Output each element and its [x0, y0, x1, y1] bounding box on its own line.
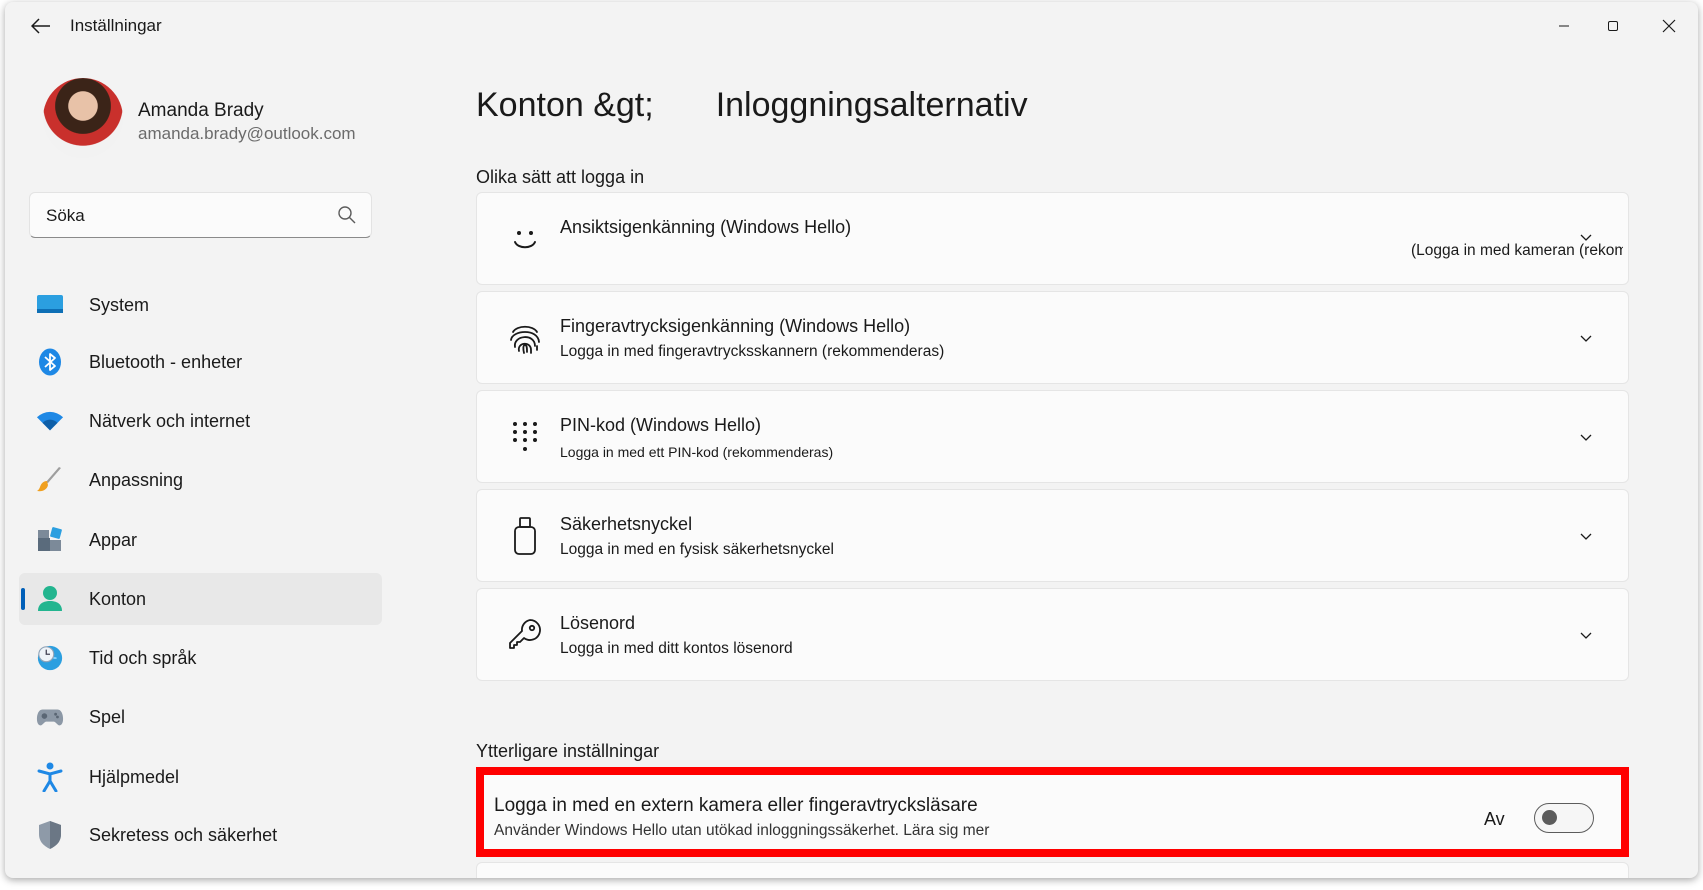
external-signin-toggle[interactable] — [1534, 803, 1594, 833]
external-signin-title: Logga in med en extern kamera eller fing… — [494, 795, 978, 816]
globe-clock-icon — [36, 644, 64, 672]
user-name: Amanda Brady — [138, 100, 264, 121]
sidebar-item-label: Anpassning — [89, 470, 184, 490]
chevron-down-icon[interactable] — [1578, 229, 1594, 245]
app-title: Inställningar — [70, 16, 162, 35]
usb-key-icon — [505, 516, 545, 556]
page-title: Inloggningsalternativ — [715, 86, 1028, 124]
breadcrumb: Konton &gt; Inloggningsalternativ — [476, 86, 1028, 125]
search-input[interactable]: Söka — [29, 192, 372, 238]
card-subtitle: Logga in med ditt kontos lösenord — [560, 640, 793, 657]
sidebar-item-accessibility[interactable]: Hjälpmedel — [19, 751, 382, 803]
sidebar-item-accounts[interactable]: Konton — [19, 573, 382, 625]
system-icon — [36, 291, 64, 319]
external-signin-subtitle: Använder Windows Hello utan utökad inlog… — [494, 822, 990, 839]
search-placeholder: Söka — [46, 206, 85, 225]
bluetooth-icon — [36, 348, 64, 376]
sidebar-item-label: Nätverk och internet — [89, 411, 251, 431]
chevron-down-icon[interactable] — [1578, 429, 1594, 445]
settings-window: Inställningar Amanda Brady amanda.brady@… — [5, 2, 1698, 878]
maximize-icon — [1608, 21, 1618, 31]
signin-option-face[interactable]: Ansiktsigenkänning (Windows Hello) (Logg… — [476, 192, 1629, 285]
card-title: Lösenord — [560, 613, 636, 633]
fingerprint-icon — [505, 318, 545, 358]
sidebar-item-personalization[interactable]: Anpassning — [19, 454, 382, 506]
title-bar: Inställningar — [5, 2, 1698, 50]
sidebar-item-label: Spel — [89, 707, 126, 727]
selection-indicator — [21, 588, 25, 610]
chevron-down-icon[interactable] — [1578, 627, 1594, 643]
signin-option-pin[interactable]: PIN-kod (Windows Hello) Logga in med ett… — [476, 390, 1629, 483]
sidebar-item-system[interactable]: System — [19, 279, 382, 331]
back-arrow-icon — [31, 18, 50, 34]
sidebar-item-label: Konton — [89, 589, 147, 609]
apps-icon — [36, 526, 64, 554]
search-icon[interactable] — [337, 205, 357, 225]
shield-icon — [36, 821, 64, 849]
user-email: amanda.brady@outlook.com — [138, 124, 356, 143]
sidebar-item-label: Appar — [89, 530, 138, 550]
breadcrumb-parent[interactable]: Konton &gt; — [476, 86, 654, 124]
pin-keypad-icon — [505, 417, 545, 457]
minimize-icon — [1559, 25, 1569, 27]
external-signin-setting: Logga in med en extern kamera eller fing… — [476, 767, 1629, 857]
face-icon — [505, 219, 545, 259]
close-icon — [1662, 19, 1676, 33]
sidebar-item-label: Bluetooth - enheter — [89, 352, 243, 372]
toggle-knob — [1542, 810, 1557, 825]
toggle-state-label: Av — [1484, 809, 1505, 829]
chevron-down-icon[interactable] — [1578, 330, 1594, 346]
card-subtitle: Logga in med en fysisk säkerhetsnyckel — [560, 541, 834, 558]
sidebar-item-time-language[interactable]: Tid och språk — [19, 632, 382, 684]
card-title: Ansiktsigenkänning (Windows Hello) — [560, 217, 852, 237]
signin-option-password[interactable]: Lösenord Logga in med ditt kontos löseno… — [476, 588, 1629, 681]
brush-icon — [36, 466, 64, 494]
key-icon — [505, 615, 545, 655]
sidebar-item-label: System — [89, 295, 150, 315]
card-title: Fingeravtrycksigenkänning (Windows Hello… — [560, 316, 911, 336]
sidebar-item-apps[interactable]: Appar — [19, 514, 382, 566]
card-subtitle: Logga in med fingeravtrycksskannern (rek… — [560, 343, 945, 360]
account-icon — [36, 585, 64, 613]
sidebar-item-gaming[interactable]: Spel — [19, 691, 382, 743]
sidebar-item-label: Sekretess och säkerhet — [89, 825, 278, 845]
sidebar-item-bluetooth[interactable]: Bluetooth - enheter — [19, 336, 382, 388]
sidebar-item-privacy[interactable]: Sekretess och säkerhet — [19, 809, 382, 861]
minimize-button[interactable] — [1541, 10, 1587, 42]
sidebar-item-network[interactable]: Nätverk och internet — [19, 395, 382, 447]
section-title-signin: Olika sätt att logga in — [476, 167, 645, 187]
maximize-button[interactable] — [1590, 10, 1636, 42]
next-setting-card — [476, 862, 1629, 878]
close-button[interactable] — [1646, 10, 1692, 42]
sidebar-item-label: Tid och språk — [89, 648, 197, 668]
chevron-down-icon[interactable] — [1578, 528, 1594, 544]
signin-option-security-key[interactable]: Säkerhetsnyckel Logga in med en fysisk s… — [476, 489, 1629, 582]
sidebar-item-label: Hjälpmedel — [89, 767, 180, 787]
card-subtitle: Logga in med ett PIN-kod (rekommenderas) — [560, 444, 834, 460]
section-title-additional: Ytterligare inställningar — [476, 741, 660, 761]
signin-option-fingerprint[interactable]: Fingeravtrycksigenkänning (Windows Hello… — [476, 291, 1629, 384]
back-button[interactable] — [23, 12, 59, 40]
gamepad-icon — [36, 703, 64, 731]
avatar[interactable] — [43, 78, 123, 158]
card-title: Säkerhetsnyckel — [560, 514, 693, 534]
card-title: PIN-kod (Windows Hello) — [560, 415, 762, 435]
wifi-icon — [36, 407, 64, 435]
accessibility-icon — [36, 762, 64, 792]
